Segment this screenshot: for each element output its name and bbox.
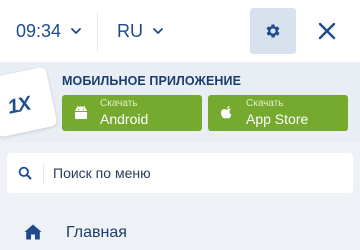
search-divider <box>43 163 44 183</box>
language-dropdown[interactable]: RU <box>117 0 164 62</box>
android-download-button[interactable]: Скачать Android <box>62 95 202 131</box>
home-icon <box>24 224 42 240</box>
chevron-down-icon <box>71 28 81 34</box>
appstore-button-sub: Скачать <box>246 98 284 109</box>
close-button[interactable] <box>314 18 340 44</box>
close-icon <box>318 22 336 40</box>
chevron-down-icon <box>153 28 163 34</box>
logo: 1X <box>0 66 58 138</box>
search-input[interactable] <box>53 153 343 193</box>
menu-item-home[interactable]: Главная <box>0 212 360 250</box>
top-bar: 09:34 RU <box>0 0 360 62</box>
banner-title: МОБИЛЬНОЕ ПРИЛОЖЕНИЕ <box>62 74 242 88</box>
search-icon[interactable] <box>7 153 43 193</box>
android-icon <box>75 105 87 119</box>
appstore-download-button[interactable]: Скачать App Store <box>208 95 348 131</box>
logo-text: 1X <box>5 92 33 119</box>
time-value: 09:34 <box>16 20 62 41</box>
appstore-button-label: App Store <box>246 111 309 127</box>
divider <box>97 12 98 52</box>
search-box <box>7 153 353 193</box>
settings-button[interactable] <box>250 8 296 54</box>
menu-item-label: Главная <box>66 224 127 241</box>
app-download-banner: 1X МОБИЛЬНОЕ ПРИЛОЖЕНИЕ Скачать Android … <box>0 62 360 142</box>
time-dropdown[interactable]: 09:34 <box>16 0 82 62</box>
apple-icon <box>221 106 232 119</box>
android-button-label: Android <box>100 111 149 127</box>
language-value: RU <box>117 20 143 41</box>
gear-icon <box>266 24 280 38</box>
android-button-sub: Скачать <box>100 98 138 109</box>
